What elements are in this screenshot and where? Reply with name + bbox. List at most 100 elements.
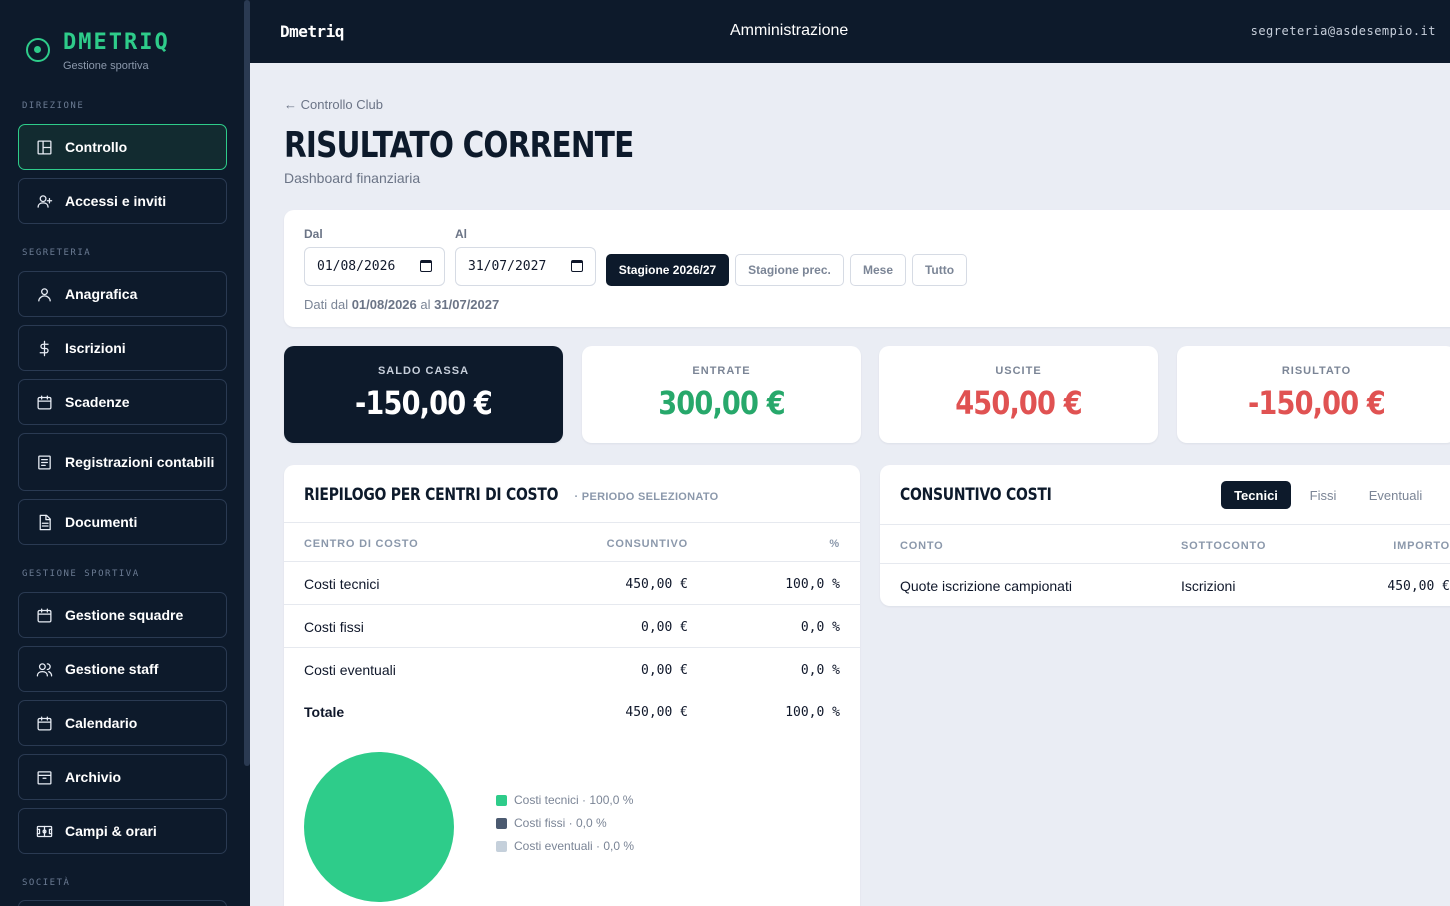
sidebar: DMETRIQ Gestione sportiva DIREZIONE Cont…: [0, 0, 250, 906]
legend-swatch: [496, 794, 507, 806]
sidebar-item-label: Gestione staff: [65, 660, 159, 677]
table-cell: Iscrizioni: [1181, 578, 1236, 594]
kpi-value: -150,00 €: [354, 384, 493, 422]
cost-summary-card: CONSUNTIVO COSTI Tecnici Fissi Eventuali…: [880, 465, 1450, 606]
pie-slice-costi-tecnici: [304, 752, 454, 902]
table-cell: Costi eventuali: [304, 662, 396, 678]
topbar-brand[interactable]: Dmetriq: [280, 22, 344, 41]
table-cell: Costi tecnici: [304, 576, 380, 592]
cost-centers-title: RIEPILOGO PER CENTRI DI COSTO · PERIODO …: [304, 485, 719, 505]
total-percent: 100,0 %: [785, 705, 840, 720]
chip-stagione-corrente[interactable]: Stagione 2026/27: [606, 254, 729, 286]
table-cell: 0,0 %: [800, 663, 840, 678]
sidebar-item-label: Scadenze: [65, 393, 130, 410]
sidebar-item-controllo[interactable]: Controllo: [18, 124, 227, 170]
note-from: 01/08/2026: [351, 297, 417, 312]
to-label: Al: [455, 227, 467, 241]
sidebar-item-campi[interactable]: Campi & orari: [18, 808, 227, 854]
card-title: CONSUNTIVO COSTI: [900, 485, 1052, 505]
legend-label: Costi tecnici · 100,0 %: [514, 793, 634, 807]
pie-svg: [304, 752, 454, 902]
sidebar-item-label: Campi & orari: [65, 822, 157, 839]
brand-subtitle: Gestione sportiva: [63, 60, 149, 72]
topbar-title: Amministrazione: [730, 22, 849, 39]
cost-pie-chart: [304, 752, 454, 902]
column-header: CENTRO DI COSTO: [304, 538, 419, 550]
cost-centers-card: RIEPILOGO PER CENTRI DI COSTO · PERIODO …: [284, 465, 860, 906]
total-value: 450,00 €: [625, 705, 688, 720]
card-title: RIEPILOGO PER CENTRI DI COSTO: [304, 485, 559, 505]
chip-mese[interactable]: Mese: [850, 254, 906, 286]
kpi-label: RISULTATO: [1281, 365, 1352, 377]
from-label: Dal: [304, 227, 323, 241]
legend-label: Costi eventuali · 0,0 %: [514, 839, 635, 853]
sidebar-item-label: Documenti: [65, 513, 138, 530]
column-header: %: [829, 538, 840, 550]
table-cell: 450,00 €: [1387, 579, 1450, 594]
document-icon: [35, 513, 53, 531]
divider: [284, 561, 860, 562]
filter-period-note: Dati dal 01/08/2026 al 31/07/2027: [304, 297, 499, 312]
to-date-value: 31/07/2027: [468, 259, 547, 274]
sidebar-item-label: Anagrafica: [65, 285, 138, 302]
tab-eventuali[interactable]: Eventuali: [1358, 481, 1433, 509]
total-label: Totale: [304, 704, 345, 720]
table-cell: 0,00 €: [641, 663, 688, 678]
card-subtitle: · PERIODO SELEZIONATO: [574, 491, 719, 503]
sidebar-item-iscrizioni[interactable]: Iscrizioni: [18, 325, 227, 371]
chip-stagione-prec[interactable]: Stagione prec.: [735, 254, 844, 286]
page-subtitle: Dashboard finanziaria: [284, 170, 421, 186]
sidebar-item-calendario[interactable]: Calendario: [18, 700, 227, 746]
kpi-label: USCITE: [995, 365, 1042, 377]
to-date-input[interactable]: 31/07/2027: [455, 247, 596, 286]
ledger-icon: [35, 453, 53, 471]
sidebar-item-accessi[interactable]: Accessi e inviti: [18, 178, 227, 224]
calendar-icon[interactable]: [571, 260, 583, 272]
period-filter-card: Dal 01/08/2026 Al 31/07/2027 Stagione 20…: [284, 210, 1450, 327]
sidebar-item-registrazioni[interactable]: Registrazioni contabili: [18, 433, 227, 491]
table-cell: 0,0 %: [800, 620, 840, 635]
legend-item: Costi eventuali · 0,0 %: [496, 839, 634, 853]
legend-label: Costi fissi · 0,0 %: [514, 816, 607, 830]
column-header: SOTTOCONTO: [1181, 540, 1267, 552]
sidebar-item-gestione-squadre[interactable]: Gestione squadre: [18, 592, 227, 638]
kpi-risultato: RISULTATO -150,00 €: [1177, 346, 1450, 443]
kpi-entrate: ENTRATE 300,00 €: [582, 346, 861, 443]
from-date-input[interactable]: 01/08/2026: [304, 247, 445, 286]
kpi-saldo-cassa: SALDO CASSA -150,00 €: [284, 346, 563, 443]
back-link[interactable]: ← Controllo Club: [284, 97, 383, 112]
sidebar-item-partial[interactable]: [18, 900, 227, 906]
legend-item: Costi tecnici · 100,0 %: [496, 793, 633, 807]
dollar-icon: [35, 339, 53, 357]
note-mid: al: [420, 297, 431, 312]
chip-tutto[interactable]: Tutto: [912, 254, 967, 286]
tab-fissi[interactable]: Fissi: [1298, 481, 1348, 509]
sidebar-item-anagrafica[interactable]: Anagrafica: [18, 271, 227, 317]
table-cell: 100,0 %: [785, 577, 840, 592]
sidebar-item-label: Controllo: [65, 138, 128, 155]
calendar-icon[interactable]: [420, 260, 432, 272]
sidebar-item-label: Gestione squadre: [65, 606, 184, 623]
brand-name: DMETRIQ: [63, 30, 170, 55]
sidebar-item-label: Accessi e inviti: [65, 192, 167, 209]
legend-swatch: [496, 817, 507, 829]
user-email[interactable]: segreteria@asdesempio.it: [1251, 24, 1436, 38]
kpi-value: 300,00 €: [658, 384, 785, 422]
from-date-value: 01/08/2026: [317, 259, 396, 274]
sidebar-item-scadenze[interactable]: Scadenze: [18, 379, 227, 425]
note-prefix: Dati dal: [304, 297, 349, 312]
cost-summary-title: CONSUNTIVO COSTI: [900, 485, 1085, 505]
tab-tecnici[interactable]: Tecnici: [1221, 481, 1291, 509]
dashboard-icon: [35, 138, 53, 156]
sidebar-item-label: Registrazioni contabili: [65, 453, 215, 470]
section-label-segreteria: SEGRETERIA: [22, 248, 92, 258]
legend-item: Costi fissi · 0,0 %: [496, 816, 607, 830]
kpi-uscite: USCITE 450,00 €: [879, 346, 1158, 443]
user-icon: [35, 285, 53, 303]
sidebar-item-archivio[interactable]: Archivio: [18, 754, 227, 800]
sidebar-item-documenti[interactable]: Documenti: [18, 499, 227, 545]
table-cell: Quote iscrizione campionati: [900, 578, 1072, 594]
sidebar-item-label: Calendario: [65, 714, 138, 731]
sidebar-item-gestione-staff[interactable]: Gestione staff: [18, 646, 227, 692]
divider: [284, 604, 860, 605]
